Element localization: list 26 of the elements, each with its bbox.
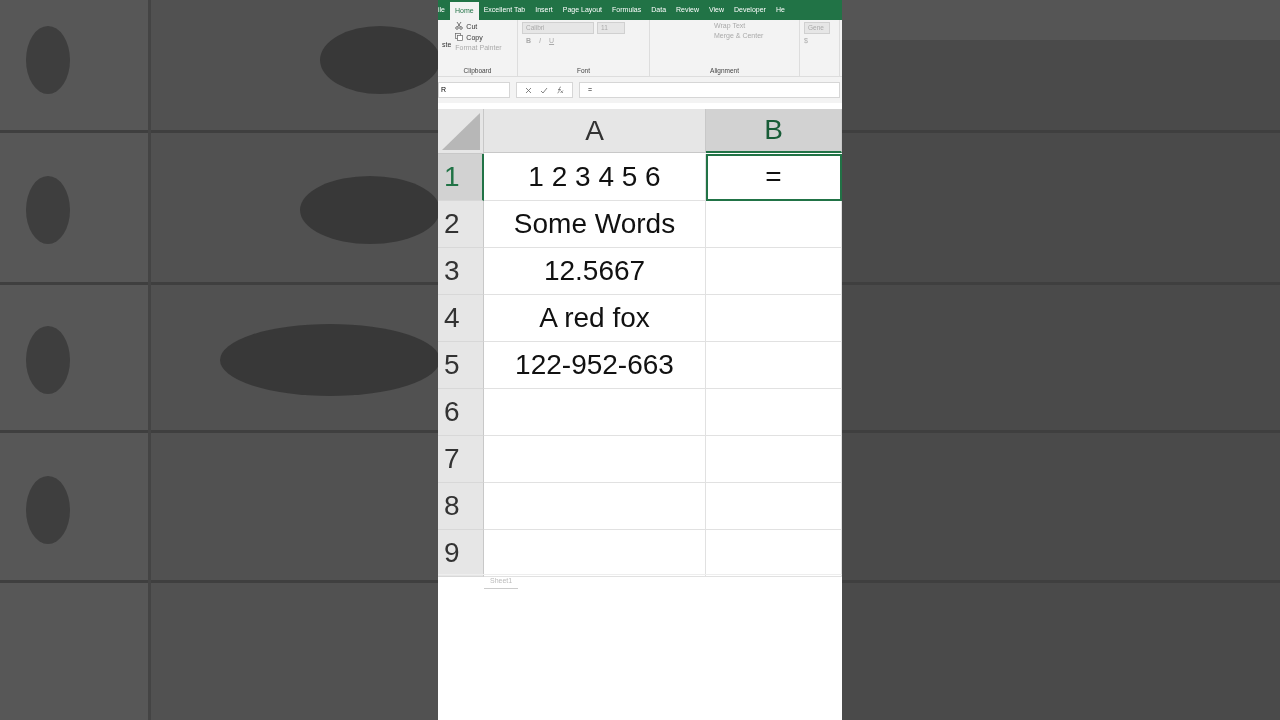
row-header[interactable]: 3 bbox=[438, 248, 484, 295]
row-header[interactable]: 5 bbox=[438, 342, 484, 389]
table-cell[interactable]: Some Words bbox=[484, 201, 706, 248]
table-cell[interactable]: 1 2 3 4 5 6 bbox=[484, 154, 706, 201]
row-header[interactable]: 4 bbox=[438, 295, 484, 342]
row-header[interactable]: 1 bbox=[438, 154, 484, 201]
copy-icon bbox=[455, 33, 464, 41]
row-header[interactable]: 9 bbox=[438, 530, 484, 577]
table-cell[interactable] bbox=[484, 436, 706, 483]
table-cell[interactable] bbox=[484, 530, 706, 577]
function-icon[interactable] bbox=[556, 86, 564, 94]
table-cell[interactable] bbox=[484, 483, 706, 530]
row-header[interactable]: 8 bbox=[438, 483, 484, 530]
table-cell[interactable] bbox=[484, 389, 706, 436]
row-header[interactable]: 6 bbox=[438, 389, 484, 436]
check-icon[interactable] bbox=[540, 86, 548, 94]
row-header[interactable]: 2 bbox=[438, 201, 484, 248]
row-header[interactable]: 7 bbox=[438, 436, 484, 483]
table-cell[interactable]: 122-952-663 bbox=[484, 342, 706, 389]
table-cell[interactable]: 12.5667 bbox=[484, 248, 706, 295]
table-cell[interactable]: = bbox=[706, 154, 842, 201]
column-header[interactable]: A bbox=[484, 109, 706, 153]
scissors-icon bbox=[455, 22, 464, 30]
column-header[interactable]: B bbox=[706, 109, 842, 153]
table-cell[interactable]: A red fox bbox=[484, 295, 706, 342]
cancel-icon[interactable] bbox=[525, 86, 532, 94]
